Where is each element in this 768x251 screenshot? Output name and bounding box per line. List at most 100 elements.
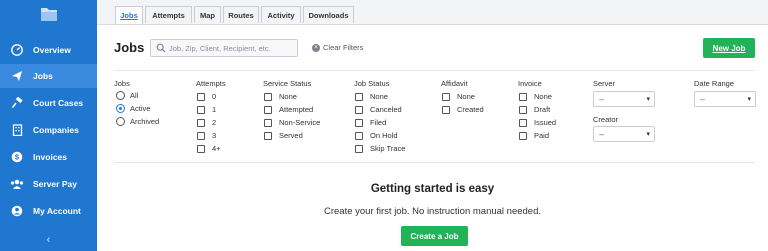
checkbox-invoice-issued[interactable]: Issued bbox=[519, 117, 556, 128]
chevron-down-icon: ▾ bbox=[646, 96, 650, 103]
tab-map[interactable]: Map bbox=[194, 6, 221, 23]
checkbox-label: 0 bbox=[212, 92, 217, 101]
dollar-icon: $ bbox=[10, 150, 24, 164]
checkbox-jobstatus-on-hold[interactable]: On Hold bbox=[355, 130, 398, 141]
sidebar-item-jobs[interactable]: Jobs bbox=[0, 64, 97, 88]
checkbox-label: Paid bbox=[534, 131, 550, 140]
tab-label: Attempts bbox=[152, 10, 185, 20]
sidebar-item-label: Invoices bbox=[33, 152, 68, 162]
creator-select[interactable]: -- ▾ bbox=[593, 126, 655, 142]
checkbox-label: None bbox=[457, 92, 475, 101]
checkbox[interactable] bbox=[519, 131, 527, 140]
checkbox-attempts-1[interactable]: 1 bbox=[197, 104, 216, 115]
filter-title-jobs: Jobs bbox=[114, 79, 130, 88]
checkbox-service-non-service[interactable]: Non-Service bbox=[264, 117, 320, 128]
create-job-label: Create a Job bbox=[410, 231, 459, 241]
checkbox[interactable] bbox=[355, 92, 363, 101]
filter-title-job-status: Job Status bbox=[354, 79, 390, 88]
checkbox-jobstatus-canceled[interactable]: Canceled bbox=[355, 104, 402, 115]
checkbox[interactable] bbox=[264, 105, 272, 114]
checkbox-affidavit-created[interactable]: Created bbox=[442, 104, 484, 115]
checkbox-attempts-2[interactable]: 2 bbox=[197, 117, 216, 128]
filter-title-server: Server bbox=[593, 79, 616, 88]
checkbox[interactable] bbox=[264, 92, 272, 101]
select-value: -- bbox=[599, 129, 604, 139]
sidebar-item-companies[interactable]: Companies bbox=[0, 118, 97, 142]
radio-button[interactable] bbox=[116, 91, 125, 100]
checkbox-service-attempted[interactable]: Attempted bbox=[264, 104, 313, 115]
tab-label: Activity bbox=[267, 10, 295, 20]
checkbox[interactable] bbox=[519, 105, 527, 114]
checkbox-jobstatus-filed[interactable]: Filed bbox=[355, 117, 386, 128]
filter-title-creator: Creator bbox=[593, 115, 619, 124]
tab-downloads[interactable]: Downloads bbox=[303, 6, 354, 23]
radio-active[interactable]: Active bbox=[116, 103, 150, 114]
checkbox-invoice-none[interactable]: None bbox=[519, 91, 552, 102]
clear-filters-link[interactable]: × Clear Filters bbox=[312, 43, 363, 52]
radio-label: Active bbox=[130, 104, 151, 113]
tab-label: Routes bbox=[228, 10, 254, 20]
sidebar-item-overview[interactable]: Overview bbox=[0, 38, 97, 62]
collapse-sidebar-button[interactable]: ‹ bbox=[0, 229, 97, 251]
sidebar-item-label: Overview bbox=[33, 45, 71, 55]
checkbox[interactable] bbox=[355, 131, 363, 140]
folder-logo-icon[interactable] bbox=[40, 6, 58, 22]
tab-routes[interactable]: Routes bbox=[223, 6, 259, 23]
checkbox[interactable] bbox=[519, 118, 527, 127]
tab-label: Downloads bbox=[308, 10, 349, 20]
checkbox[interactable] bbox=[197, 92, 205, 101]
tab-attempts[interactable]: Attempts bbox=[145, 6, 192, 23]
dashboard-icon bbox=[10, 43, 24, 57]
checkbox[interactable] bbox=[264, 118, 272, 127]
select-value: -- bbox=[700, 94, 705, 104]
checkbox-label: None bbox=[534, 92, 552, 101]
checkbox[interactable] bbox=[264, 131, 272, 140]
checkbox[interactable] bbox=[197, 105, 205, 114]
date-range-select[interactable]: -- ▾ bbox=[694, 91, 756, 107]
checkbox-label: On Hold bbox=[370, 131, 398, 140]
checkbox-service-none[interactable]: None bbox=[264, 91, 297, 102]
checkbox-affidavit-none[interactable]: None bbox=[442, 91, 475, 102]
radio-button[interactable] bbox=[116, 104, 125, 113]
checkbox[interactable] bbox=[355, 144, 363, 153]
checkbox-attempts-0[interactable]: 0 bbox=[197, 91, 216, 102]
checkbox[interactable] bbox=[442, 105, 450, 114]
radio-all[interactable]: All bbox=[116, 90, 138, 101]
radio-button[interactable] bbox=[116, 117, 125, 126]
close-icon: × bbox=[312, 43, 320, 52]
tab-activity[interactable]: Activity bbox=[261, 6, 301, 23]
checkbox-invoice-draft[interactable]: Draft bbox=[519, 104, 550, 115]
checkbox-label: Draft bbox=[534, 105, 551, 114]
gavel-icon bbox=[10, 96, 24, 110]
checkbox[interactable] bbox=[197, 118, 205, 127]
checkbox[interactable] bbox=[519, 92, 527, 101]
create-job-button[interactable]: Create a Job bbox=[401, 226, 468, 246]
radio-label: All bbox=[130, 91, 139, 100]
checkbox-service-served[interactable]: Served bbox=[264, 130, 303, 141]
radio-archived[interactable]: Archived bbox=[116, 116, 159, 127]
checkbox-label: None bbox=[279, 92, 297, 101]
checkbox-label: 1 bbox=[212, 105, 217, 114]
checkbox[interactable] bbox=[355, 118, 363, 127]
clear-filters-label: Clear Filters bbox=[323, 43, 364, 52]
checkbox-label: Created bbox=[457, 105, 484, 114]
checkbox-jobstatus-none[interactable]: None bbox=[355, 91, 388, 102]
checkbox-attempts-4plus[interactable]: 4+ bbox=[197, 143, 221, 154]
new-job-button[interactable]: New Job bbox=[703, 38, 755, 58]
checkbox-jobstatus-skip-trace[interactable]: Skip Trace bbox=[355, 143, 405, 154]
search-input[interactable] bbox=[166, 43, 294, 53]
checkbox[interactable] bbox=[442, 92, 450, 101]
sidebar-item-court-cases[interactable]: Court Cases bbox=[0, 91, 97, 115]
checkbox-attempts-3[interactable]: 3 bbox=[197, 130, 216, 141]
chevron-down-icon: ▾ bbox=[646, 131, 650, 138]
checkbox-label: Canceled bbox=[370, 105, 402, 114]
checkbox[interactable] bbox=[197, 144, 205, 153]
checkbox-invoice-paid[interactable]: Paid bbox=[519, 130, 549, 141]
search-box[interactable] bbox=[150, 39, 298, 57]
checkbox[interactable] bbox=[355, 105, 363, 114]
divider bbox=[114, 70, 755, 71]
checkbox[interactable] bbox=[197, 131, 205, 140]
server-select[interactable]: -- ▾ bbox=[593, 91, 655, 107]
sidebar-item-invoices[interactable]: $ Invoices bbox=[0, 145, 97, 169]
tab-jobs[interactable]: Jobs bbox=[115, 6, 143, 24]
